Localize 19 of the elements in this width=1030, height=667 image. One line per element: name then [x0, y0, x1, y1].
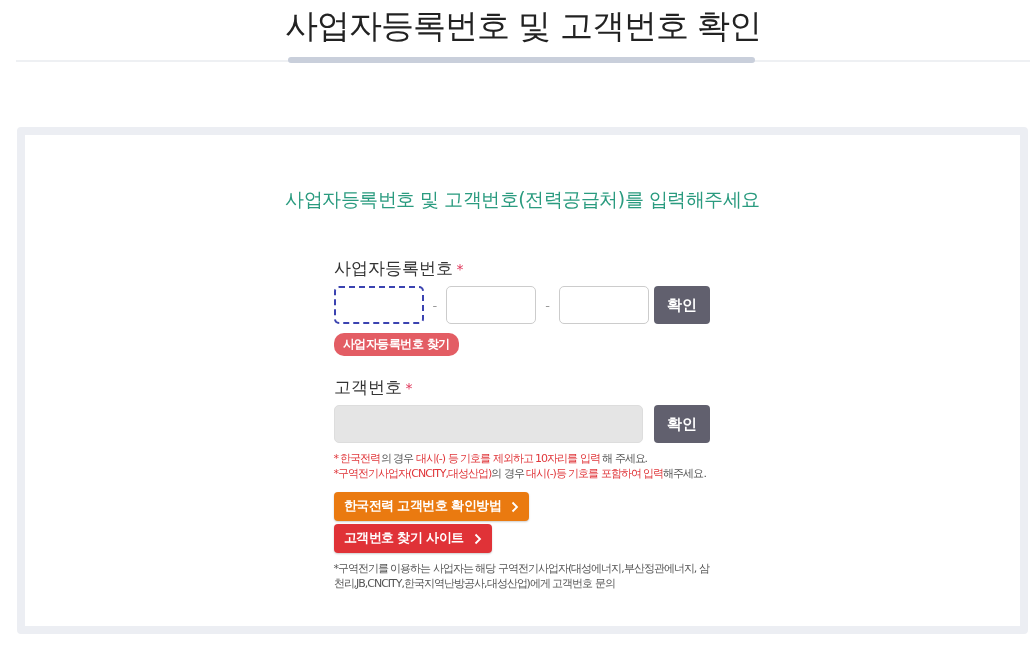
required-mark: * [405, 379, 413, 396]
chevron-icon [511, 500, 520, 513]
input-field[interactable] [333, 286, 424, 324]
required-mark: * [456, 260, 464, 277]
confirm-button[interactable]: 확인 [654, 286, 710, 324]
chevron-icon [473, 532, 482, 545]
field-label: 고객번호 [333, 376, 402, 399]
notice-text: *구역전기사업자(CNCITY,대성산업)의 경우 대시(-)등 기호를 포함하여 입력해주세요. [333, 466, 706, 481]
link-button[interactable]: 고객번호 찾기 사이트 [333, 524, 492, 553]
separator: - [431, 297, 439, 313]
separator: - [544, 297, 551, 313]
page-title: 사업자등록번호 및 고객번호 확인 [284, 5, 762, 47]
confirm-button[interactable]: 확인 [653, 405, 710, 443]
link-button[interactable]: 한국전력 고객번호 확인방법 [333, 492, 530, 521]
form-heading: 사업자등록번호 및 고객번호(전력공급처)를 입력해주세요 [285, 187, 760, 212]
field-label: 사업자등록번호 [333, 257, 453, 280]
find-link[interactable]: 사업자등록번호 찾기 [333, 333, 459, 356]
footnote-text: *구역전기를 이용하는 사업자는 해당 구역전기사업자(대성에너지,부산정관에너지, 삼천리,JB,CNCITY,한국지역난방공사,대성산업)에게 고객번호 문의 [333, 561, 710, 591]
notice-text: * 한국전력의 경우 대시(-) 등 기호를 제외하고 10자리를 입력 해 주세요. [333, 451, 648, 466]
